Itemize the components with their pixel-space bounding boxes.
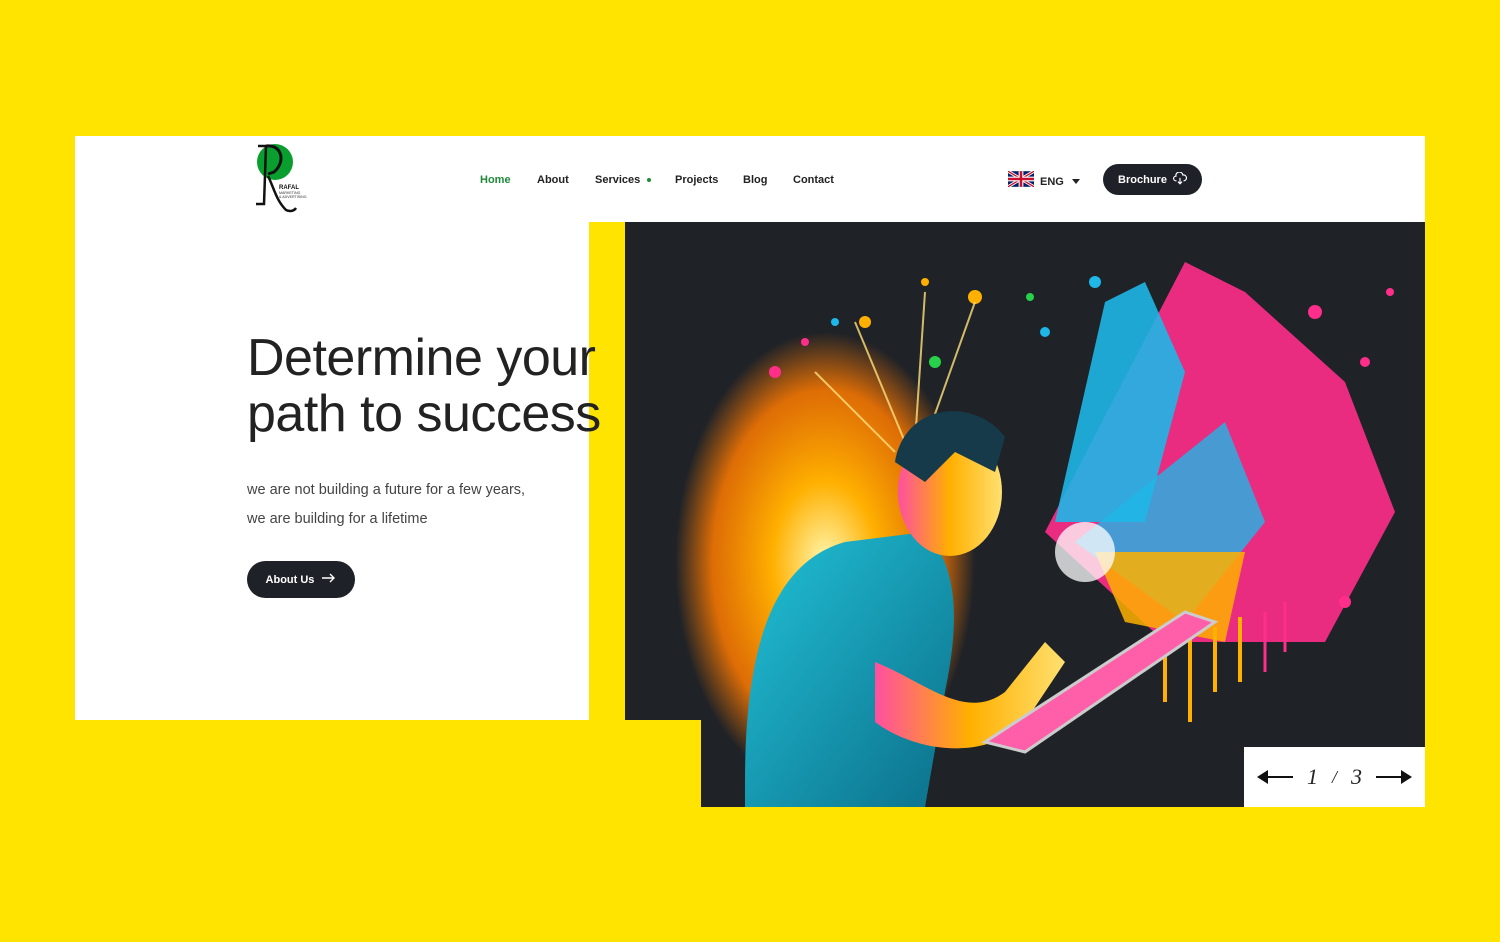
cloud-download-icon [1172, 171, 1187, 188]
chevron-down-icon [1071, 179, 1080, 184]
hero-title-line2: path to success [247, 385, 601, 443]
slide-separator: / [1331, 766, 1337, 787]
arrow-left-icon[interactable] [1256, 769, 1293, 785]
brochure-button[interactable]: Brochure [1103, 164, 1202, 195]
about-us-button[interactable]: About Us [247, 561, 355, 598]
nav-projects[interactable]: Projects [675, 172, 743, 188]
nav-home[interactable]: Home [480, 172, 537, 188]
uk-flag-icon [1007, 169, 1035, 192]
hero-image [625, 222, 1425, 807]
svg-text:& ADVERTISING: & ADVERTISING [279, 195, 307, 199]
arrow-right-icon[interactable] [1376, 769, 1412, 785]
arrow-right-icon [322, 573, 336, 586]
nav-about[interactable]: About [537, 172, 595, 188]
nav-services[interactable]: Services [595, 172, 640, 188]
hero-title: Determine your path to success [247, 330, 667, 442]
slide-current: 1 [1306, 764, 1318, 789]
nav-blog[interactable]: Blog [743, 172, 793, 188]
nav-services-wrap[interactable]: Services [595, 172, 675, 188]
hero-title-line1: Determine your [247, 329, 596, 387]
hero-text-panel [75, 222, 589, 720]
about-us-label: About Us [265, 573, 315, 586]
slider-pager: 1 / 3 [1244, 747, 1425, 807]
main-nav: Home About Services Projects Blog Contac… [480, 172, 834, 188]
services-dropdown-dot-icon [647, 178, 652, 182]
brand-logo[interactable]: RAFAL MARKETING & ADVERTISING [252, 142, 322, 214]
nav-contact[interactable]: Contact [793, 172, 834, 188]
brochure-label: Brochure [1118, 173, 1167, 186]
slide-total: 3 [1351, 764, 1362, 789]
language-selector[interactable]: ENG [1007, 169, 1080, 192]
hero-subtitle-line2: we are building for a lifetime [247, 511, 428, 527]
hero-subtitle: we are not building a future for a few y… [247, 476, 525, 534]
language-label: ENG [1040, 175, 1064, 188]
hero-subtitle-line1: we are not building a future for a few y… [247, 482, 526, 498]
